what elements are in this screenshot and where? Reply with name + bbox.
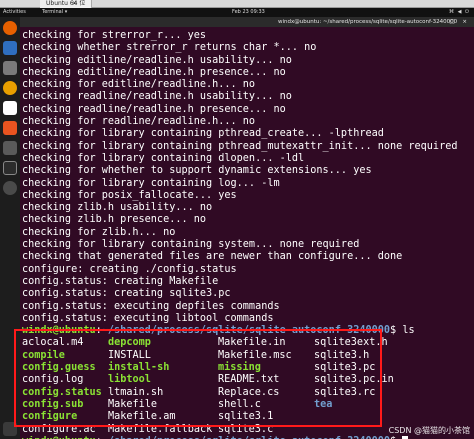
vm-tab-bar: Ubuntu 64 位 ×	[0, 0, 474, 8]
thunderbird-icon[interactable]	[3, 41, 17, 55]
prompt-command: ls	[402, 325, 415, 337]
terminal-icon[interactable]	[3, 161, 17, 175]
vm-tab[interactable]: Ubuntu 64 位	[40, 0, 93, 8]
terminal-line: checking editline/readline.h presence...…	[22, 66, 286, 78]
firefox-icon[interactable]	[3, 21, 17, 35]
terminal-line: checking readline/readline.h presence...…	[22, 103, 286, 115]
terminal-line: config.status: executing libtool command…	[22, 312, 274, 324]
window-title: windx@ubuntu: ~/shared/process/sqlite/sq…	[278, 19, 458, 25]
app-menu-terminal[interactable]: Terminal ▾	[42, 8, 67, 17]
libreoffice-writer-icon[interactable]	[3, 101, 17, 115]
terminal-line: checking for whether to support dynamic …	[22, 165, 372, 177]
terminal-titlebar[interactable]: windx@ubuntu: ~/shared/process/sqlite/sq…	[20, 17, 474, 27]
rhythmbox-icon[interactable]	[3, 81, 17, 95]
prompt-dollar: $	[390, 325, 403, 337]
ls-highlight-box	[14, 329, 382, 427]
terminal-line: checking for library containing pthread_…	[22, 140, 458, 152]
terminal-line: checking whether strerror_r returns char…	[22, 42, 317, 54]
terminal-line: config.status: executing depfiles comman…	[22, 300, 280, 312]
system-tray[interactable]: ⌘ ◀ ⏻	[449, 8, 470, 17]
terminal-line: checking readline/readline.h usability..…	[22, 91, 292, 103]
software-center-icon[interactable]	[3, 121, 17, 135]
help-icon[interactable]	[3, 141, 17, 155]
terminal-line: config.status: creating Makefile	[22, 275, 219, 287]
terminal-line: checking for strerror_r... yes	[22, 30, 207, 41]
terminal-line: config.status: creating sqlite3.pc	[22, 288, 231, 300]
terminal-line: checking for library containing system..…	[22, 239, 360, 251]
terminal-line: checking for editline/readline.h... no	[22, 79, 256, 91]
terminal-line: checking for zlib.h... no	[22, 226, 176, 238]
terminal-line: configure: creating ./config.status	[22, 263, 237, 275]
files-icon[interactable]	[3, 61, 17, 75]
terminal-line: checking that generated files are newer …	[22, 251, 403, 263]
vm-tab-close-icon[interactable]: ×	[72, 0, 77, 8]
clock[interactable]: Feb 23 09:33	[232, 8, 265, 17]
terminal-line: checking for posix_fallocate... yes	[22, 189, 237, 201]
terminal-line: checking for library containing log... -…	[22, 177, 280, 189]
csdn-watermark: CSDN @猫猫的小茶馆	[388, 426, 470, 435]
terminal-line: checking for library containing pthread_…	[22, 128, 384, 140]
terminal-line: checking for readline/readline.h... no	[22, 116, 256, 128]
gnome-top-bar: Activities Terminal ▾ Feb 23 09:33 ⌘ ◀ ⏻	[0, 8, 474, 17]
terminal-line: checking for library containing dlopen..…	[22, 152, 305, 164]
terminal-line: checking zlib.h usability... no	[22, 202, 213, 214]
window-controls[interactable]: – □ ×	[439, 17, 470, 27]
terminal-output: checking for strerror_r... yes checking w…	[20, 30, 474, 325]
terminal-line: checking zlib.h presence... no	[22, 214, 207, 226]
activities-button[interactable]: Activities	[3, 8, 26, 17]
disc-icon[interactable]	[3, 181, 17, 195]
terminal-line: checking editline/readline.h usability..…	[22, 54, 292, 66]
